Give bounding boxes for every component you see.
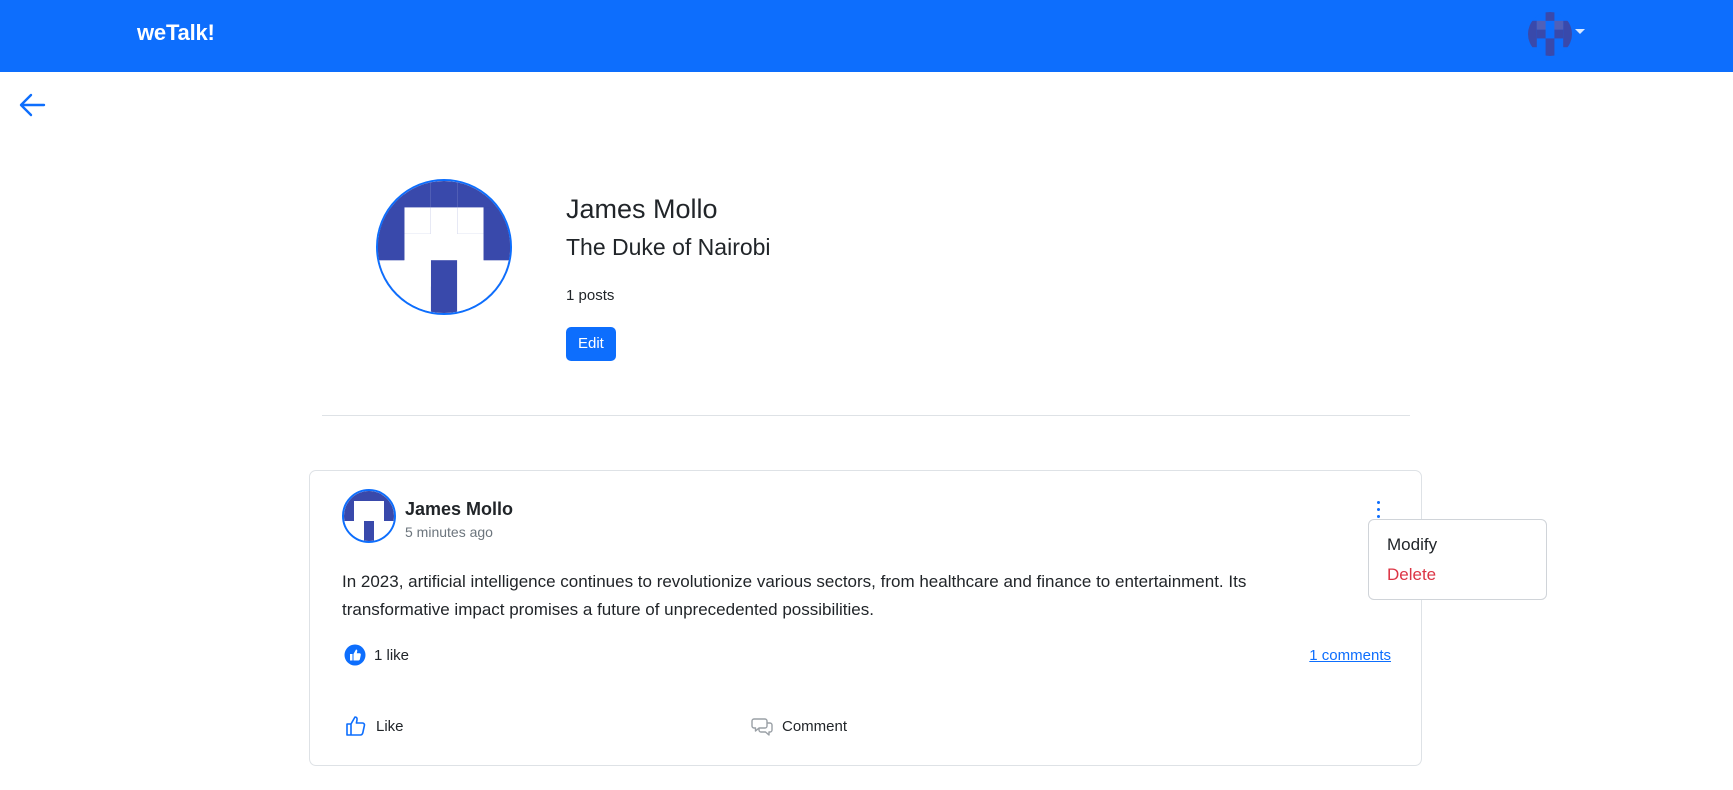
edit-profile-button[interactable]: Edit	[566, 327, 616, 361]
like-label: Like	[376, 718, 404, 735]
caret-down-icon[interactable]	[1575, 29, 1585, 34]
post-options-menu: Modify Delete	[1368, 519, 1547, 600]
section-divider	[322, 415, 1410, 416]
post-author-name[interactable]: James Mollo	[405, 499, 513, 520]
like-count: 1 like	[374, 647, 410, 664]
comment-button[interactable]: Comment	[750, 714, 870, 740]
comments-link[interactable]: 1 comments	[1309, 647, 1391, 664]
top-navbar: weTalk!	[0, 0, 1733, 72]
comment-label: Comment	[782, 718, 848, 735]
profile-post-count: 1 posts	[566, 287, 615, 304]
profile-avatar	[376, 179, 512, 315]
user-avatar-icon[interactable]	[1528, 12, 1572, 56]
brand-logo[interactable]: weTalk!	[137, 20, 215, 46]
post-card: James Mollo 5 minutes ago In 2023, artif…	[309, 470, 1422, 766]
comments-icon	[751, 718, 773, 736]
thumbs-up-filled-icon	[344, 644, 366, 666]
arrow-left-icon[interactable]	[16, 88, 50, 122]
delete-menu-item[interactable]: Delete	[1387, 565, 1436, 585]
post-author-avatar[interactable]	[342, 489, 396, 543]
post-body: In 2023, artificial intelligence continu…	[342, 572, 1247, 619]
profile-name: James Mollo	[566, 194, 718, 224]
thumbs-up-icon	[346, 716, 366, 736]
like-button[interactable]: Like	[344, 714, 424, 740]
profile-title: The Duke of Nairobi	[566, 234, 771, 260]
post-timestamp: 5 minutes ago	[405, 524, 493, 540]
modify-menu-item[interactable]: Modify	[1387, 535, 1437, 555]
